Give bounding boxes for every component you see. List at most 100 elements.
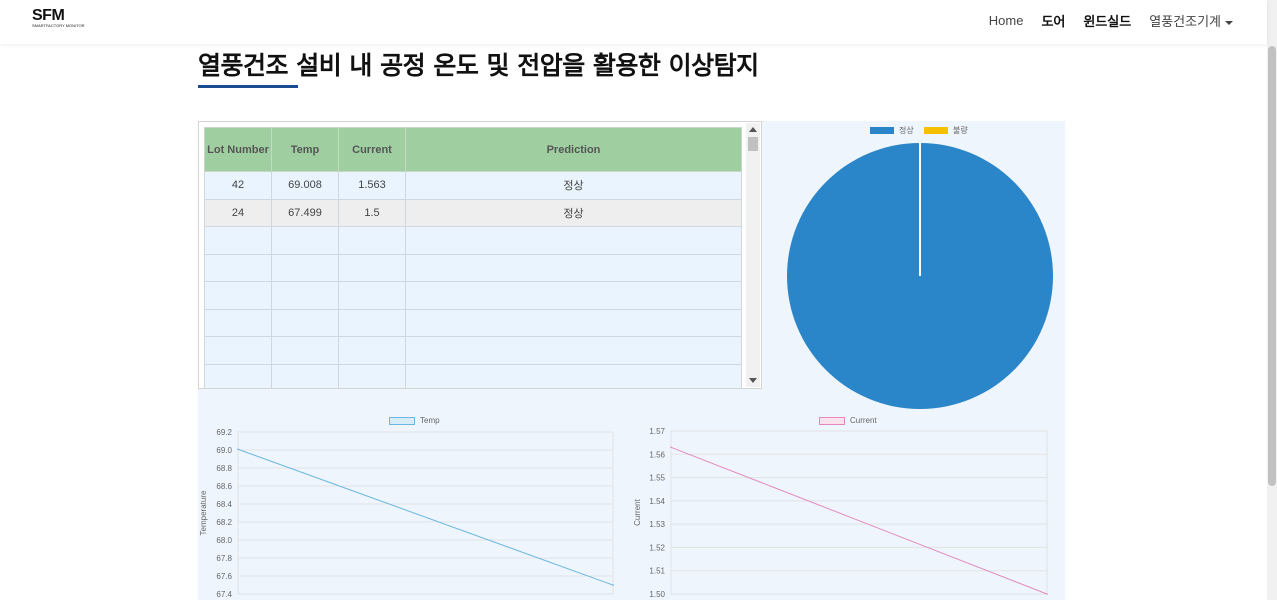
cell-empty bbox=[338, 226, 406, 255]
legend-defect[interactable]: 불량 bbox=[924, 125, 968, 136]
y-tick-label: 1.54 bbox=[649, 497, 665, 506]
pie-chart bbox=[787, 143, 1053, 409]
nav-windshield[interactable]: 윈드실드 bbox=[1083, 11, 1131, 30]
navbar: SFM SMARTFACTORY MONITOR Home 도어 윈드실드 열풍… bbox=[0, 0, 1267, 44]
logo-text: SFM bbox=[32, 7, 65, 24]
logo-subtext: SMARTFACTORY MONITOR bbox=[32, 23, 85, 28]
cell-empty bbox=[204, 363, 272, 388]
series-line bbox=[670, 446, 1048, 595]
cell-empty bbox=[338, 308, 406, 337]
legend-defect-swatch bbox=[924, 127, 948, 134]
table-row-empty bbox=[204, 308, 742, 337]
table-row-empty bbox=[204, 226, 742, 255]
y-tick-label: 67.4 bbox=[216, 590, 232, 599]
header-lot-number: Lot Number bbox=[204, 127, 272, 172]
cell-empty bbox=[204, 308, 272, 337]
page-scrollbar[interactable] bbox=[1267, 0, 1277, 600]
cell-empty bbox=[405, 226, 742, 255]
scroll-down-icon[interactable] bbox=[749, 378, 757, 383]
y-tick-label: 1.51 bbox=[649, 567, 665, 576]
title-underline bbox=[198, 85, 298, 88]
data-point bbox=[670, 446, 672, 449]
series-line bbox=[237, 448, 614, 586]
plot-area bbox=[670, 430, 1048, 595]
cell-empty bbox=[338, 281, 406, 310]
data-point bbox=[1046, 593, 1048, 595]
table-row-empty bbox=[204, 281, 742, 310]
y-tick-label: 1.55 bbox=[649, 474, 665, 483]
prediction-table-container: Lot Number Temp Current Prediction 42 69.… bbox=[198, 121, 762, 389]
table-scrollbar[interactable] bbox=[746, 123, 760, 387]
table-row[interactable]: 42 69.008 1.563 정상 bbox=[204, 171, 742, 200]
legend-normal[interactable]: 정상 bbox=[870, 125, 914, 136]
scroll-up-icon[interactable] bbox=[749, 127, 757, 132]
cell-prediction: 정상 bbox=[405, 198, 742, 227]
cell-empty bbox=[271, 281, 339, 310]
cell-empty bbox=[271, 253, 339, 282]
cell-empty bbox=[405, 336, 742, 365]
y-tick-label: 67.8 bbox=[216, 554, 232, 563]
table-scrollbar-thumb[interactable] bbox=[748, 137, 758, 151]
page-title: 열풍건조 설비 내 공정 온도 및 전압을 활용한 이상탐지 bbox=[198, 51, 759, 80]
temp-line-chart: 69.2 69.0 68.8 68.6 68.4 68.2 68.0 67.8 67.6 67.4… bbox=[199, 428, 614, 599]
y-axis-label: Current bbox=[633, 498, 642, 525]
y-tick-label: 1.52 bbox=[649, 543, 665, 552]
y-tick-label: 68.8 bbox=[216, 464, 232, 473]
y-axis-label: Temperature bbox=[199, 490, 208, 535]
table-row-empty bbox=[204, 253, 742, 282]
data-point bbox=[612, 584, 614, 586]
prediction-table: Lot Number Temp Current Prediction 42 69.… bbox=[204, 127, 742, 388]
cell-current: 1.563 bbox=[338, 171, 406, 200]
cell-lot: 42 bbox=[204, 171, 272, 200]
nav-dryer-label: 열풍건조기계 bbox=[1149, 14, 1221, 29]
cell-empty bbox=[271, 363, 339, 388]
header-current: Current bbox=[338, 127, 406, 172]
nav-menu: Home 도어 윈드실드 열풍건조기계 bbox=[989, 11, 1233, 30]
cell-empty bbox=[204, 336, 272, 365]
y-tick-label: 1.56 bbox=[649, 450, 665, 459]
legend-normal-swatch bbox=[870, 127, 894, 134]
y-tick-label: 67.6 bbox=[216, 572, 232, 581]
cell-empty bbox=[204, 253, 272, 282]
cell-empty bbox=[271, 226, 339, 255]
cell-empty bbox=[405, 281, 742, 310]
cell-lot: 24 bbox=[204, 198, 272, 227]
y-tick-label: 1.50 bbox=[649, 590, 665, 599]
cell-empty bbox=[338, 253, 406, 282]
cell-empty bbox=[271, 336, 339, 365]
y-tick-label: 68.2 bbox=[216, 518, 232, 527]
header-prediction: Prediction bbox=[405, 127, 742, 172]
caret-down-icon bbox=[1225, 20, 1233, 25]
cell-empty bbox=[405, 253, 742, 282]
nav-door[interactable]: 도어 bbox=[1041, 11, 1065, 30]
page-scrollbar-thumb[interactable] bbox=[1268, 46, 1276, 486]
cell-empty bbox=[405, 308, 742, 337]
y-tick-label: 1.53 bbox=[649, 520, 665, 529]
y-tick-label: 69.2 bbox=[216, 428, 232, 437]
cell-current: 1.5 bbox=[338, 198, 406, 227]
cell-temp: 67.499 bbox=[271, 198, 339, 227]
y-tick-label: 69.0 bbox=[216, 446, 232, 455]
y-tick-label: 1.57 bbox=[649, 427, 665, 436]
y-tick-label: 68.0 bbox=[216, 536, 232, 545]
logo[interactable]: SFM SMARTFACTORY MONITOR bbox=[32, 7, 85, 36]
table-row-empty bbox=[204, 336, 742, 365]
cell-empty bbox=[405, 363, 742, 388]
y-tick-label: 68.6 bbox=[216, 482, 232, 491]
header-temp: Temp bbox=[271, 127, 339, 172]
cell-empty bbox=[338, 336, 406, 365]
nav-dryer-dropdown[interactable]: 열풍건조기계 bbox=[1149, 11, 1233, 30]
cell-temp: 69.008 bbox=[271, 171, 339, 200]
cell-empty bbox=[338, 363, 406, 388]
table-header-row: Lot Number Temp Current Prediction bbox=[204, 127, 742, 172]
table-row-empty bbox=[204, 363, 742, 388]
y-tick-label: 68.4 bbox=[216, 500, 232, 509]
plot-area bbox=[237, 431, 614, 595]
cell-empty bbox=[204, 226, 272, 255]
cell-prediction: 정상 bbox=[405, 171, 742, 200]
table-row[interactable]: 24 67.499 1.5 정상 bbox=[204, 198, 742, 227]
data-point bbox=[237, 448, 239, 451]
cell-empty bbox=[271, 308, 339, 337]
nav-home[interactable]: Home bbox=[989, 13, 1024, 28]
current-line-chart: 1.57 1.56 1.55 1.54 1.53 1.52 1.51 1.50 Current bbox=[633, 427, 1048, 599]
